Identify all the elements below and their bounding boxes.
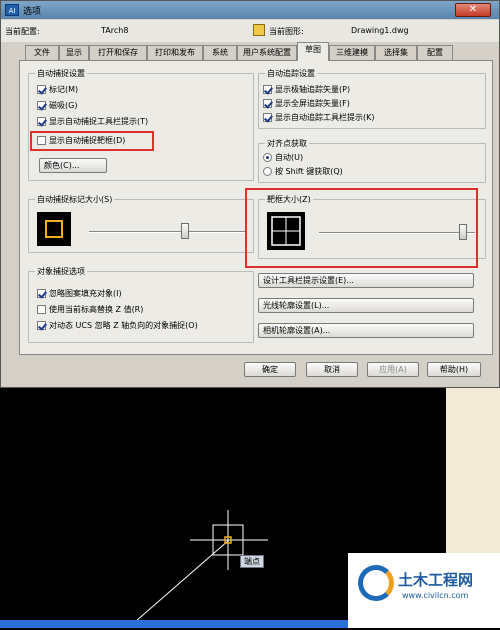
color-button[interactable]: 颜色(C)...: [39, 158, 107, 173]
tab-user-preferences[interactable]: 用户系统配置: [237, 45, 297, 60]
object-snap-options-group: 对象捕捉选项 忽略图案填充对象(I) 使用当前标高替换 Z 值(R) 对动态 U…: [28, 266, 254, 343]
watermark-title: 土木工程网: [398, 571, 474, 589]
watermark-url: www.civilcn.com: [402, 591, 469, 600]
camera-glyph-settings-button[interactable]: 相机轮廓设置(A)...: [258, 323, 474, 338]
marker-size-title: 自动捕捉标记大小(S): [35, 194, 115, 205]
watermark-logo: 土木工程网 www.civilcn.com: [348, 553, 500, 628]
apply-button[interactable]: 应用(A): [367, 362, 419, 377]
title-bar[interactable]: AI 选项 ✕: [1, 1, 499, 19]
drafting-panel: 自动捕捉设置 标记(M) 磁吸(G) 显示自动捕捉工具栏提示(T) 显示自动捕捉…: [19, 60, 493, 355]
autosnap-settings-title: 自动捕捉设置: [35, 68, 87, 79]
alignment-acquisition-title: 对齐点获取: [265, 138, 309, 149]
autosnap-tooltip-checkbox[interactable]: 显示自动捕捉工具栏提示(T): [37, 116, 148, 128]
highlight-aperture-size: [245, 188, 478, 268]
replace-z-checkbox[interactable]: 使用当前标高替换 Z 值(R): [37, 304, 143, 316]
autotrack-tooltip-checkbox[interactable]: 显示自动追踪工具栏提示(K): [263, 112, 375, 124]
checkbox-label: 标记(M): [49, 85, 79, 94]
highlight-aperture-checkbox: [30, 131, 154, 151]
snap-marker-preview-icon: [45, 220, 63, 238]
marker-size-preview: [37, 212, 71, 246]
checkbox-label: 显示自动捕捉工具栏提示(T): [49, 117, 149, 126]
tab-open-save[interactable]: 打开和保存: [89, 45, 147, 60]
tab-3d-modeling[interactable]: 三维建模: [329, 45, 375, 60]
autosnap-settings-group: 自动捕捉设置 标记(M) 磁吸(G) 显示自动捕捉工具栏提示(T) 显示自动捕捉…: [28, 68, 254, 181]
acquire-automatic-radio[interactable]: 自动(U): [263, 152, 303, 164]
object-snap-options-title: 对象捕捉选项: [35, 266, 87, 277]
taskbar: [0, 620, 348, 628]
autosnap-magnet-checkbox[interactable]: 磁吸(G): [37, 100, 77, 112]
dialog-title: 选项: [23, 7, 42, 17]
checkbox-checked-icon: [263, 99, 272, 108]
checkbox-label: 显示自动追踪工具栏提示(K): [275, 113, 375, 122]
current-profile-label: 当前配置:: [5, 27, 40, 36]
tab-file[interactable]: 文件: [25, 45, 59, 60]
tab-drafting[interactable]: 草图: [297, 42, 329, 61]
autosnap-marker-checkbox[interactable]: 标记(M): [37, 84, 78, 96]
checkbox-label: 显示极轴追踪矢量(P): [275, 85, 351, 94]
checkbox-label: 磁吸(G): [49, 101, 78, 110]
autotrack-settings-title: 自动追踪设置: [265, 68, 317, 79]
help-button[interactable]: 帮助(H): [427, 362, 481, 377]
checkbox-checked-icon: [37, 321, 46, 330]
radio-label: 自动(U): [275, 153, 304, 162]
close-button[interactable]: ✕: [455, 3, 491, 17]
polar-tracking-vector-checkbox[interactable]: 显示极轴追踪矢量(P): [263, 84, 350, 96]
civilcn-logo-icon: [358, 565, 394, 601]
ignore-hatch-checkbox[interactable]: 忽略图案填充对象(I): [37, 288, 122, 300]
alignment-acquisition-group: 对齐点获取 自动(U) 按 Shift 键获取(Q): [258, 138, 486, 183]
options-dialog: AI 选项 ✕ 当前配置: TArch8 当前图形: Drawing1.dwg …: [0, 0, 500, 388]
marker-size-slider-track[interactable]: [89, 231, 245, 233]
ok-button[interactable]: 确定: [244, 362, 296, 377]
acquire-shift-radio[interactable]: 按 Shift 键获取(Q): [263, 166, 343, 178]
checkbox-label: 显示全屏追踪矢量(F): [275, 99, 350, 108]
tab-profiles[interactable]: 配置: [417, 45, 453, 60]
autocad-app-icon: AI: [5, 4, 19, 16]
checkbox-label: 对动态 UCS 忽略 Z 轴负向的对象捕捉(O): [49, 321, 198, 330]
current-drawing-value: Drawing1.dwg: [351, 26, 409, 35]
tab-plot-publish[interactable]: 打印和发布: [147, 45, 203, 60]
checkbox-checked-icon: [263, 85, 272, 94]
fullscreen-tracking-vector-checkbox[interactable]: 显示全屏追踪矢量(F): [263, 98, 350, 110]
autotrack-settings-group: 自动追踪设置 显示极轴追踪矢量(P) 显示全屏追踪矢量(F) 显示自动追踪工具栏…: [258, 68, 486, 129]
checkbox-checked-icon: [37, 117, 46, 126]
cancel-button[interactable]: 取消: [306, 362, 358, 377]
endpoint-tooltip: 端点: [240, 555, 264, 568]
tab-system[interactable]: 系统: [203, 45, 237, 60]
light-glyph-settings-button[interactable]: 光线轮廓设置(L)...: [258, 298, 474, 313]
current-drawing-label: 当前图形:: [269, 27, 304, 36]
radio-unselected-icon: [263, 167, 272, 176]
tab-display[interactable]: 显示: [59, 45, 89, 60]
checkbox-label: 使用当前标高替换 Z 值(R): [49, 305, 144, 314]
checkbox-label: 忽略图案填充对象(I): [49, 289, 122, 298]
marker-size-slider-thumb[interactable]: [181, 223, 189, 239]
radio-selected-icon: [263, 153, 272, 162]
checkbox-unchecked-icon: [37, 305, 46, 314]
profile-row: 当前配置: TArch8 当前图形: Drawing1.dwg: [1, 20, 499, 42]
checkbox-checked-icon: [263, 113, 272, 122]
checkbox-checked-icon: [37, 289, 46, 298]
radio-label: 按 Shift 键获取(Q): [275, 167, 343, 176]
drawing-file-icon: [253, 24, 265, 36]
checkbox-checked-icon: [37, 101, 46, 110]
tab-selection[interactable]: 选择集: [375, 45, 417, 60]
ignore-negative-z-checkbox[interactable]: 对动态 UCS 忽略 Z 轴负向的对象捕捉(O): [37, 320, 198, 332]
checkbox-checked-icon: [37, 85, 46, 94]
marker-size-group: 自动捕捉标记大小(S): [28, 194, 254, 253]
current-profile-value: TArch8: [101, 26, 129, 35]
tooltip-settings-button[interactable]: 设计工具栏提示设置(E)...: [258, 273, 474, 288]
